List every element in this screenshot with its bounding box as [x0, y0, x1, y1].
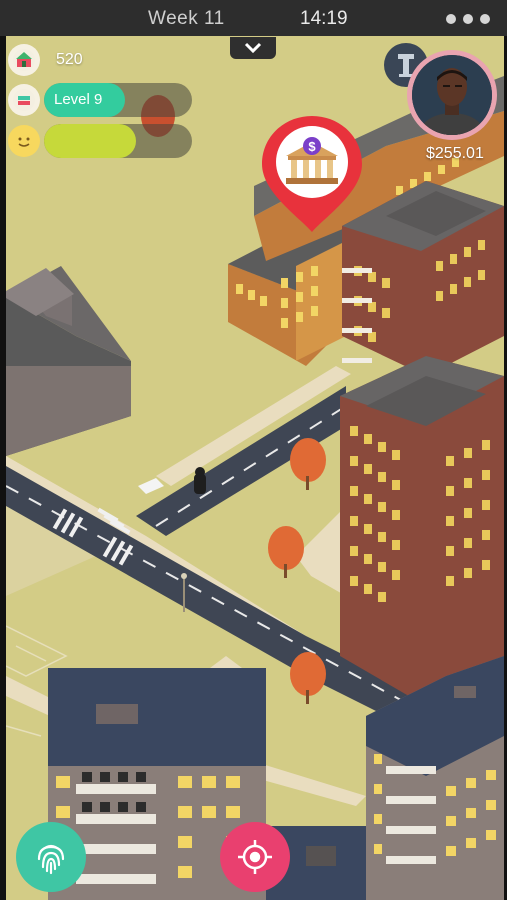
level-progress-bar[interactable]: Level 9	[44, 83, 192, 117]
mood-progress-bar[interactable]	[44, 124, 192, 158]
more-dots-icon[interactable]	[446, 11, 497, 29]
points-value: 520	[56, 51, 83, 68]
fingerprint-icon	[37, 844, 65, 875]
level-label: Level 9	[54, 91, 103, 108]
crosshair-icon	[238, 840, 272, 874]
collapse-hud-button[interactable]	[230, 37, 276, 59]
chevron-down-icon	[244, 42, 262, 54]
game-clock: 14:19	[300, 8, 348, 29]
mood-face-icon	[8, 125, 40, 157]
bank-map-marker[interactable]: $	[258, 112, 366, 236]
money-balance: $255.01	[426, 145, 484, 162]
level-icon	[8, 84, 40, 116]
locate-button[interactable]	[220, 822, 290, 892]
fingerprint-button[interactable]	[16, 822, 86, 892]
week-label: Week 11	[148, 8, 225, 29]
top-status-bar: Week 11 14:19	[0, 0, 507, 36]
mood-progress-fill	[44, 124, 136, 158]
level-icon-wrap	[8, 84, 40, 116]
city-map[interactable]	[6, 36, 504, 900]
game-screen: Week 11 14:19 520 Level 9 $ $255.01	[0, 0, 507, 900]
avatar[interactable]	[412, 55, 492, 135]
points-icon	[8, 44, 40, 76]
points-row	[8, 44, 40, 76]
svg-text:$: $	[308, 139, 316, 154]
mood-icon-wrap	[8, 125, 40, 157]
